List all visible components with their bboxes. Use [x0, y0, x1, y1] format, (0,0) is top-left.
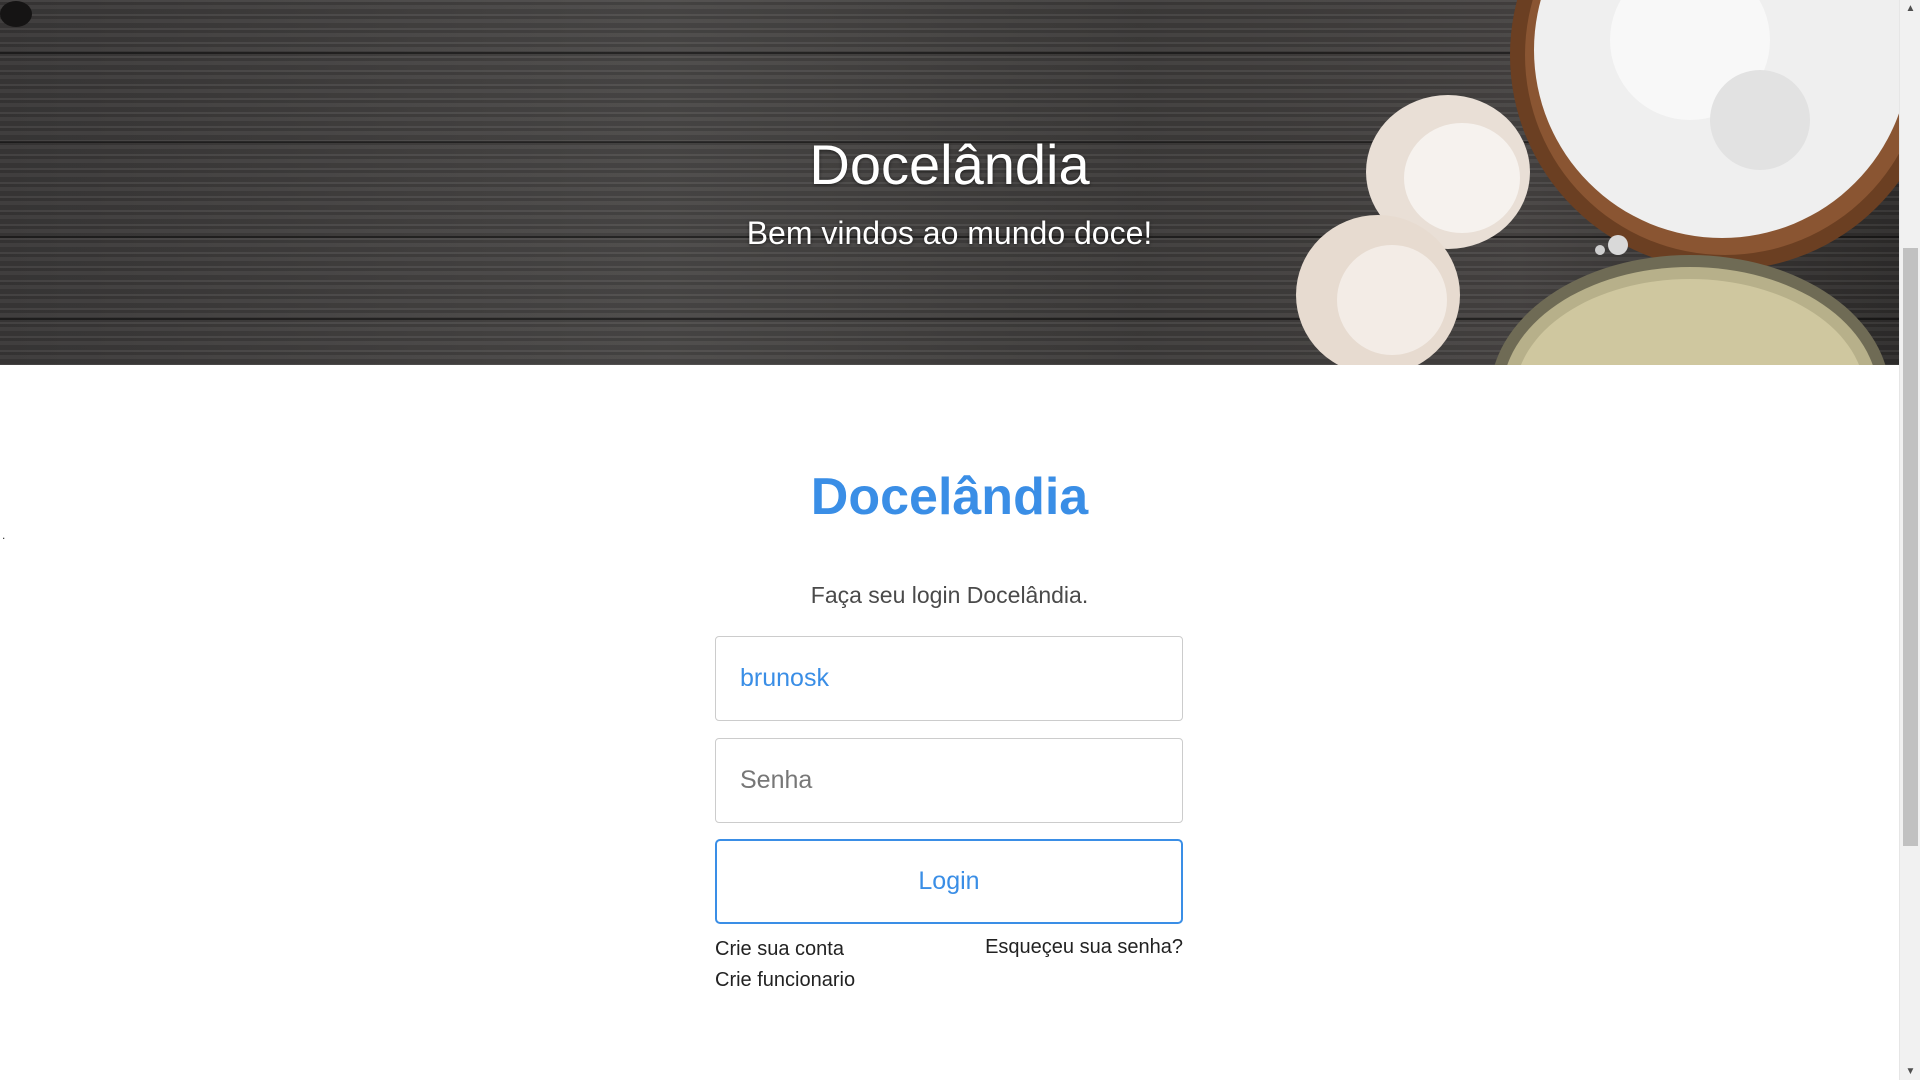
hero-title: Docelândia	[809, 133, 1090, 196]
egg-shell-inner	[1337, 245, 1447, 355]
scrollbar-thumb[interactable]	[1903, 248, 1918, 846]
hero-subtitle: Bem vindos ao mundo doce!	[746, 215, 1153, 251]
username-input[interactable]	[715, 636, 1183, 721]
forgot-password-link[interactable]: Esqueçeu sua senha?	[983, 935, 1183, 959]
login-button[interactable]: Login	[715, 839, 1183, 924]
stray-text: .	[2, 528, 6, 542]
scroll-down-arrow-icon[interactable]: ▼	[1900, 1063, 1920, 1080]
hero-banner: Docelândia Bem vindos ao mundo doce!	[0, 0, 1899, 365]
vertical-scrollbar[interactable]: ▲ ▼	[1899, 0, 1920, 1080]
page: Docelândia Bem vindos ao mundo doce! . D…	[0, 0, 1899, 1080]
wood-knot	[0, 1, 32, 27]
scroll-up-arrow-icon[interactable]: ▲	[1900, 0, 1920, 17]
create-account-link[interactable]: Crie sua conta	[715, 937, 844, 961]
login-intro-text: Faça seu login Docelândia.	[810, 582, 1089, 608]
brand-logo-text: Docelândia	[810, 468, 1089, 526]
password-input[interactable]	[715, 738, 1183, 823]
create-employee-link[interactable]: Crie funcionario	[715, 968, 855, 992]
